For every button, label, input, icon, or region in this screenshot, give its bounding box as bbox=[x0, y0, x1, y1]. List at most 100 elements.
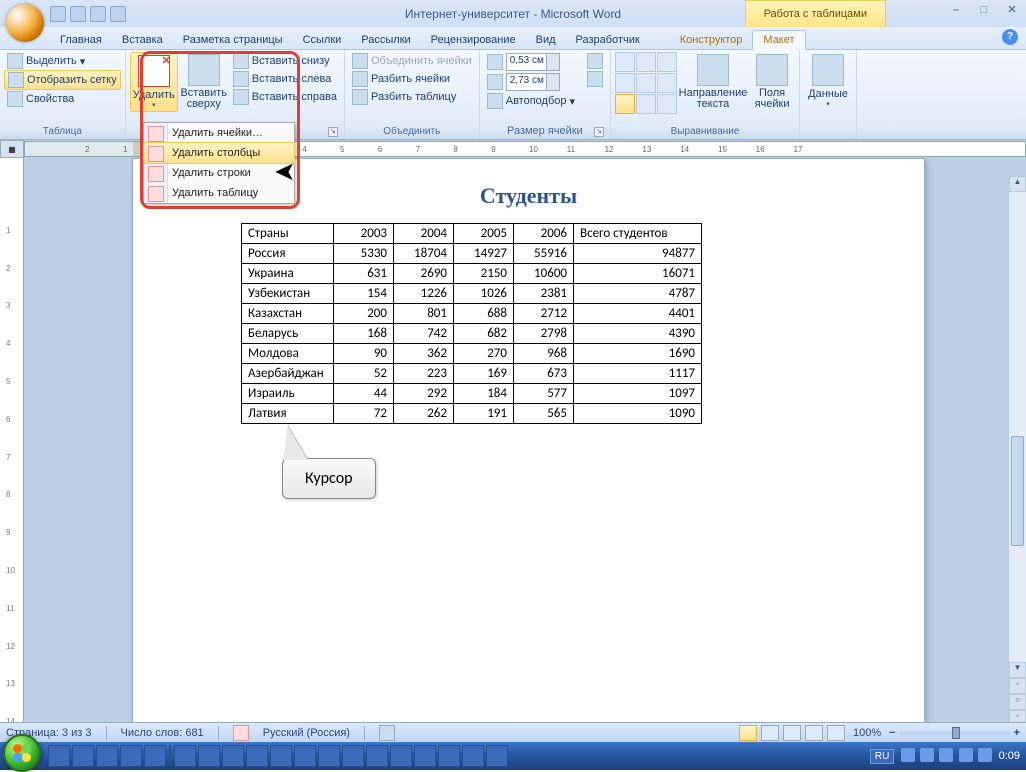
tray-icon[interactable] bbox=[920, 748, 934, 762]
tray-icon[interactable] bbox=[939, 748, 953, 762]
tab-review[interactable]: Рецензирование bbox=[421, 31, 526, 49]
taskbar-app-14[interactable] bbox=[366, 745, 388, 767]
tab-home[interactable]: Главная bbox=[50, 31, 112, 49]
prev-page-button[interactable]: ◦ bbox=[1009, 678, 1026, 694]
data-button[interactable]: Данные▾ bbox=[804, 52, 852, 110]
taskbar-app-15[interactable] bbox=[390, 745, 412, 767]
taskbar-app-13[interactable] bbox=[342, 745, 364, 767]
tab-table-layout[interactable]: Макет bbox=[752, 30, 805, 50]
status-language[interactable]: Русский (Россия) bbox=[263, 727, 350, 739]
cell-value[interactable]: 154 bbox=[334, 284, 394, 304]
align-bl-button[interactable] bbox=[615, 94, 635, 114]
tab-table-design[interactable]: Конструктор bbox=[670, 31, 753, 49]
row-height-input[interactable]: 0,53 см bbox=[506, 53, 560, 71]
taskbar-app-19[interactable] bbox=[486, 745, 508, 767]
th-year[interactable]: 2006 bbox=[514, 224, 574, 244]
cell-value[interactable]: 200 bbox=[334, 304, 394, 324]
taskbar-app-1[interactable] bbox=[48, 745, 70, 767]
system-tray[interactable] bbox=[900, 748, 992, 765]
taskbar-app-18[interactable] bbox=[462, 745, 484, 767]
cell-value[interactable]: 682 bbox=[454, 324, 514, 344]
view-print-layout-button[interactable] bbox=[739, 725, 757, 741]
table-row[interactable]: Узбекистан1541226102623814787 bbox=[242, 284, 702, 304]
cell-value[interactable]: 5330 bbox=[334, 244, 394, 264]
menu-delete-columns[interactable]: Удалить столбцы bbox=[143, 142, 295, 164]
ruler-corner-button[interactable]: ▦ bbox=[0, 140, 24, 158]
cell-value[interactable]: 191 bbox=[454, 404, 514, 424]
align-tc-button[interactable] bbox=[636, 52, 656, 72]
cell-value[interactable]: 270 bbox=[454, 344, 514, 364]
table-row[interactable]: Азербайджан522231696731117 bbox=[242, 364, 702, 384]
cell-value[interactable]: 10600 bbox=[514, 264, 574, 284]
col-width-input[interactable]: 2,73 см bbox=[506, 73, 560, 91]
maximize-button[interactable]: □ bbox=[976, 4, 992, 18]
cell-total[interactable]: 4401 bbox=[574, 304, 702, 324]
table-row[interactable]: Латвия722621915651090 bbox=[242, 404, 702, 424]
tab-developer[interactable]: Разработчик bbox=[566, 31, 650, 49]
autofit-button[interactable]: Автоподбор ▾ bbox=[484, 92, 578, 110]
zoom-slider-thumb[interactable] bbox=[952, 727, 960, 739]
menu-delete-rows[interactable]: Удалить строки bbox=[144, 163, 294, 183]
cell-value[interactable]: 968 bbox=[514, 344, 574, 364]
taskbar-app-16[interactable] bbox=[414, 745, 436, 767]
cell-country[interactable]: Израиль bbox=[242, 384, 334, 404]
cell-country[interactable]: Беларусь bbox=[242, 324, 334, 344]
align-ml-button[interactable] bbox=[615, 73, 635, 93]
properties-button[interactable]: Свойства bbox=[4, 90, 121, 108]
cell-value[interactable]: 168 bbox=[334, 324, 394, 344]
split-cells-button[interactable]: Разбить ячейки bbox=[349, 70, 475, 88]
select-button[interactable]: Выделить ▾ bbox=[4, 52, 121, 70]
tab-page-layout[interactable]: Разметка страницы bbox=[173, 31, 293, 49]
scroll-up-button[interactable]: ▲ bbox=[1009, 176, 1026, 192]
taskbar-app-3[interactable] bbox=[96, 745, 118, 767]
align-bc-button[interactable] bbox=[636, 94, 656, 114]
qat-save-icon[interactable] bbox=[50, 6, 66, 22]
split-table-button[interactable]: Разбить таблицу bbox=[349, 88, 475, 106]
cell-value[interactable]: 2798 bbox=[514, 324, 574, 344]
align-tr-button[interactable] bbox=[657, 52, 677, 72]
row-height-field[interactable]: 0,53 см bbox=[484, 52, 578, 72]
th-total[interactable]: Всего студентов bbox=[574, 224, 702, 244]
cell-value[interactable]: 565 bbox=[514, 404, 574, 424]
start-button[interactable] bbox=[3, 734, 41, 772]
taskbar-app-9[interactable] bbox=[246, 745, 268, 767]
col-width-field[interactable]: 2,73 см bbox=[484, 72, 578, 92]
qat-undo-icon[interactable] bbox=[70, 6, 86, 22]
status-word-count[interactable]: Число слов: 681 bbox=[121, 727, 204, 739]
cell-country[interactable]: Казахстан bbox=[242, 304, 334, 324]
zoom-level[interactable]: 100% bbox=[853, 727, 881, 739]
insert-right-button[interactable]: Вставить справа bbox=[230, 88, 340, 106]
align-mr-button[interactable] bbox=[657, 73, 677, 93]
distribute-rows-button[interactable] bbox=[584, 52, 606, 70]
cell-country[interactable]: Молдова bbox=[242, 344, 334, 364]
table-row[interactable]: Россия533018704149275591694877 bbox=[242, 244, 702, 264]
taskbar-app-6[interactable] bbox=[174, 745, 196, 767]
taskbar-app-8[interactable] bbox=[222, 745, 244, 767]
cell-value[interactable]: 673 bbox=[514, 364, 574, 384]
cell-value[interactable]: 72 bbox=[334, 404, 394, 424]
cell-value[interactable]: 223 bbox=[394, 364, 454, 384]
menu-delete-cells[interactable]: Удалить ячейки… bbox=[144, 123, 294, 143]
cell-total[interactable]: 4787 bbox=[574, 284, 702, 304]
delete-split-button[interactable]: ✕ Удалить ▾ bbox=[130, 52, 178, 112]
scroll-thumb[interactable] bbox=[1011, 436, 1024, 546]
cell-value[interactable]: 55916 bbox=[514, 244, 574, 264]
tray-icon[interactable] bbox=[959, 748, 973, 762]
tray-volume-icon[interactable] bbox=[978, 748, 992, 762]
insert-above-button[interactable]: Вставить сверху bbox=[180, 52, 228, 112]
text-direction-button[interactable]: Направление текста bbox=[679, 52, 747, 112]
zoom-in-button[interactable]: + bbox=[1014, 727, 1020, 739]
th-country[interactable]: Страны bbox=[242, 224, 334, 244]
input-language[interactable]: RU bbox=[870, 749, 894, 764]
taskbar-clock[interactable]: 0:09 bbox=[999, 750, 1020, 762]
cell-value[interactable]: 688 bbox=[454, 304, 514, 324]
view-web-button[interactable] bbox=[783, 725, 801, 741]
table-row[interactable]: Казахстан20080168827124401 bbox=[242, 304, 702, 324]
cell-value[interactable]: 292 bbox=[394, 384, 454, 404]
qat-customize-icon[interactable] bbox=[110, 6, 126, 22]
taskbar-app-12[interactable] bbox=[318, 745, 340, 767]
cell-country[interactable]: Россия bbox=[242, 244, 334, 264]
qat-redo-icon[interactable] bbox=[90, 6, 106, 22]
zoom-slider[interactable] bbox=[900, 731, 1010, 735]
tab-mailings[interactable]: Рассылки bbox=[351, 31, 420, 49]
